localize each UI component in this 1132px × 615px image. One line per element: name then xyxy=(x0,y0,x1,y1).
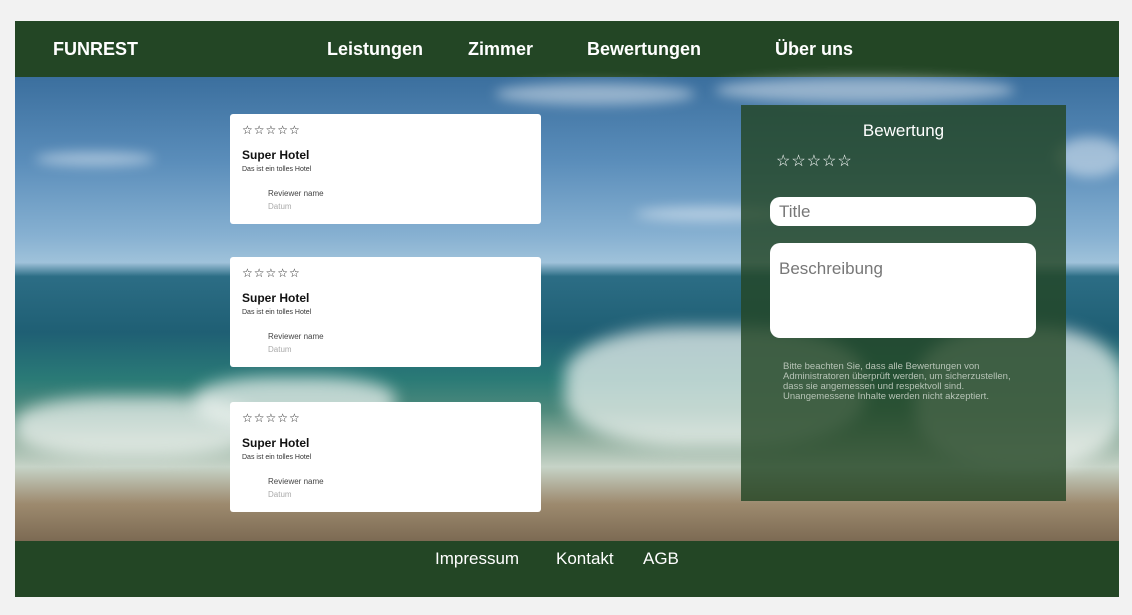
title-placeholder: Title xyxy=(779,202,811,221)
title-input[interactable]: Title xyxy=(770,197,1036,226)
footer-link-kontakt[interactable]: Kontakt xyxy=(556,549,614,569)
reviewer-name: Reviewer name xyxy=(268,189,324,198)
reviewer-name: Reviewer name xyxy=(268,477,324,486)
description-textarea[interactable]: Beschreibung xyxy=(770,243,1036,338)
review-form-title: Bewertung xyxy=(862,121,945,140)
review-card[interactable]: ☆☆☆☆☆ Super Hotel Das ist ein tolles Hot… xyxy=(230,257,541,367)
review-title: Super Hotel xyxy=(242,436,310,450)
review-card[interactable]: ☆☆☆☆☆ Super Hotel Das ist ein tolles Hot… xyxy=(230,402,541,512)
page-frame: FUNREST Leistungen Zimmer Bewertungen Üb… xyxy=(15,21,1119,597)
description-placeholder: Beschreibung xyxy=(779,259,883,278)
rating-stars-icon: ☆☆☆☆☆ xyxy=(242,411,301,425)
footer-link-impressum[interactable]: Impressum xyxy=(435,549,519,569)
review-card[interactable]: ☆☆☆☆☆ Super Hotel Das ist ein tolles Hot… xyxy=(230,114,541,224)
rating-select-stars-icon[interactable]: ☆☆☆☆☆ xyxy=(776,151,853,171)
top-navigation: FUNREST Leistungen Zimmer Bewertungen Üb… xyxy=(15,21,1119,77)
nav-link-zimmer[interactable]: Zimmer xyxy=(468,39,533,60)
brand-logo[interactable]: FUNREST xyxy=(53,39,138,60)
review-description: Das ist ein tolles Hotel xyxy=(242,166,312,173)
review-title: Super Hotel xyxy=(242,291,310,305)
review-date: Datum xyxy=(268,490,292,499)
beach-background-image: ☆☆☆☆☆ Super Hotel Das ist ein tolles Hot… xyxy=(15,77,1119,541)
review-description: Das ist ein tolles Hotel xyxy=(242,309,312,316)
review-date: Datum xyxy=(268,202,292,211)
moderation-note: Bitte beachten Sie, dass alle Bewertunge… xyxy=(783,361,1011,402)
footer: Impressum Kontakt AGB xyxy=(15,541,1119,597)
review-description: Das ist ein tolles Hotel xyxy=(242,454,312,461)
rating-stars-icon: ☆☆☆☆☆ xyxy=(242,266,301,280)
reviewer-name: Reviewer name xyxy=(268,332,324,341)
review-date: Datum xyxy=(268,345,292,354)
nav-link-ueber-uns[interactable]: Über uns xyxy=(775,39,853,60)
footer-link-agb[interactable]: AGB xyxy=(643,549,679,569)
nav-link-leistungen[interactable]: Leistungen xyxy=(327,39,423,60)
review-form-panel: Bewertung ☆☆☆☆☆ Title Beschreibung Bitte… xyxy=(741,105,1066,501)
review-title: Super Hotel xyxy=(242,148,310,162)
rating-stars-icon: ☆☆☆☆☆ xyxy=(242,123,301,137)
nav-link-bewertungen[interactable]: Bewertungen xyxy=(587,39,701,60)
